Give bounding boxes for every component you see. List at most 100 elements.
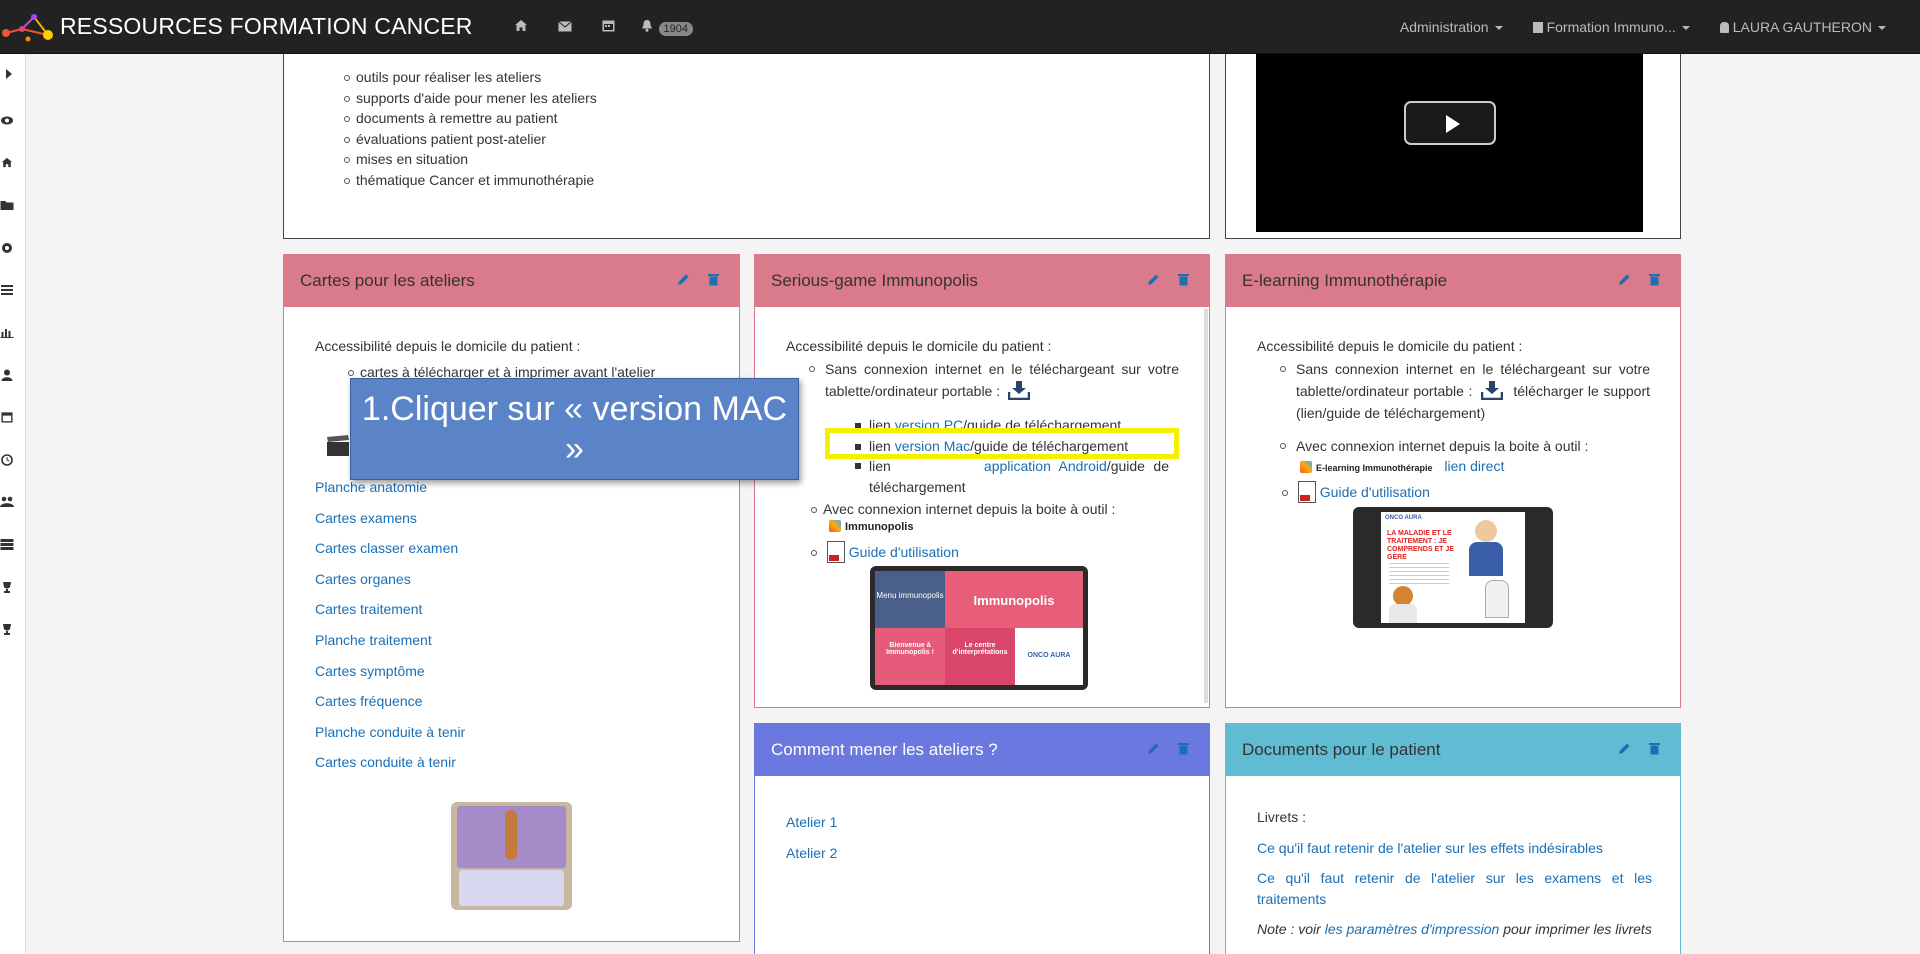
- play-icon: [1446, 115, 1460, 133]
- edit-icon[interactable]: [1618, 742, 1631, 755]
- link-cartes-organes[interactable]: Cartes organes: [315, 571, 411, 587]
- gear-icon[interactable]: [0, 242, 14, 254]
- immunopolis-tool[interactable]: Immunopolis: [829, 520, 913, 533]
- user-icon[interactable]: [0, 369, 14, 381]
- feather-icon: [829, 520, 841, 532]
- link-cartes-frequence[interactable]: Cartes fréquence: [315, 693, 422, 709]
- calendar-icon[interactable]: [587, 19, 631, 35]
- elearning-tool: E-learning Immunothérapie lien direct: [1300, 457, 1504, 477]
- brand[interactable]: RESSOURCES FORMATION CANCER: [0, 0, 473, 54]
- link-cartes-examens[interactable]: Cartes examens: [315, 510, 417, 526]
- serious-game-online: Avec connexion internet depuis la boite …: [811, 498, 1179, 520]
- video-player[interactable]: [1256, 54, 1643, 232]
- list-item: supports d'aide pour mener les ateliers: [344, 88, 597, 109]
- bar-chart-icon[interactable]: [0, 327, 14, 338]
- panel-title: Cartes pour les ateliers: [300, 271, 475, 290]
- panel-title: E-learning Immunothérapie: [1242, 271, 1448, 290]
- panel-header: Cartes pour les ateliers: [284, 255, 739, 307]
- edit-icon[interactable]: [1147, 742, 1160, 755]
- link-effets-indesirables[interactable]: Ce qu'il faut retenir de l'atelier sur l…: [1257, 840, 1603, 856]
- panel-header: E-learning Immunothérapie: [1226, 255, 1680, 307]
- chevron-down-icon: [1494, 26, 1503, 31]
- link-direct[interactable]: lien direct: [1444, 458, 1504, 474]
- eye-icon[interactable]: [0, 116, 14, 125]
- clock-icon[interactable]: [0, 454, 14, 466]
- calendar-icon[interactable]: [0, 411, 14, 423]
- notification-count-badge: 1904: [658, 21, 693, 36]
- list-item: Guide d'utilisation: [811, 541, 959, 563]
- panel-title: Documents pour le patient: [1242, 740, 1441, 759]
- administration-menu-label: Administration: [1399, 19, 1489, 35]
- link-examens-traitements[interactable]: Ce qu'il faut retenir de l'atelier sur l…: [1257, 870, 1652, 907]
- link-cartes-traitement[interactable]: Cartes traitement: [315, 601, 422, 617]
- envelope-icon[interactable]: [543, 19, 587, 35]
- link-application-android[interactable]: application Android: [984, 458, 1107, 474]
- edit-icon[interactable]: [677, 273, 690, 286]
- immunopolis-thumbnail[interactable]: Menu immunopolis Immunopolis Bienvenue à…: [870, 566, 1088, 690]
- link-planche-traitement[interactable]: Planche traitement: [315, 632, 432, 648]
- edit-icon[interactable]: [1147, 273, 1160, 286]
- link-cartes-symptome[interactable]: Cartes symptôme: [315, 663, 425, 679]
- link-guide-utilisation[interactable]: Guide d'utilisation: [1320, 484, 1430, 500]
- chevron-down-icon: [1878, 26, 1886, 31]
- panel-scrollbar[interactable]: [1204, 309, 1208, 703]
- panel-header: Documents pour le patient: [1226, 724, 1680, 776]
- link-planche-anatomie[interactable]: Planche anatomie: [315, 479, 427, 495]
- logo-icon: [2, 13, 53, 41]
- link-cartes-classer-examen[interactable]: Cartes classer examen: [315, 540, 458, 556]
- trash-icon[interactable]: [708, 273, 719, 286]
- list-item: Guide d'utilisation: [1282, 481, 1430, 503]
- list-icon[interactable]: [0, 285, 14, 295]
- elearning-intro: Accessibilité depuis le domicile du pati…: [1257, 338, 1523, 354]
- serious-game-offline: Sans connexion internet en le télécharge…: [809, 358, 1179, 402]
- notifications[interactable]: 1904: [641, 19, 693, 36]
- folder-icon[interactable]: [0, 200, 14, 210]
- user-menu[interactable]: LAURA GAUTHERON: [1719, 19, 1886, 35]
- elearning-tool-label[interactable]: E-learning Immunothérapie: [1316, 463, 1433, 473]
- panel-documents: Documents pour le patient Livrets : Ce q…: [1225, 723, 1681, 954]
- server-icon[interactable]: [0, 539, 14, 550]
- list-item: outils pour réaliser les ateliers: [344, 67, 597, 88]
- link-planche-conduite[interactable]: Planche conduite à tenir: [315, 724, 465, 740]
- cartes-intro: Accessibilité depuis le domicile du pati…: [315, 338, 581, 354]
- cartes-thumbnail[interactable]: [451, 802, 572, 910]
- panel-header: Serious-game Immunopolis: [755, 255, 1209, 307]
- panel-serious-game: Serious-game Immunopolis Accessibilité d…: [754, 254, 1210, 708]
- link-cartes-conduite[interactable]: Cartes conduite à tenir: [315, 754, 456, 770]
- trash-icon[interactable]: [1178, 273, 1189, 286]
- documents-intro: Livrets :: [1257, 809, 1307, 825]
- list-item: mises en situation: [344, 149, 597, 170]
- edit-icon[interactable]: [1618, 273, 1631, 286]
- top-navbar: RESSOURCES FORMATION CANCER 1904 Adminis…: [0, 0, 1920, 54]
- download-icon[interactable]: [1480, 380, 1504, 401]
- play-button[interactable]: [1404, 101, 1496, 145]
- home-icon[interactable]: [0, 157, 14, 168]
- link-guide-utilisation[interactable]: Guide d'utilisation: [849, 544, 959, 560]
- caret-right-icon[interactable]: [2, 69, 16, 79]
- user-menu-label: LAURA GAUTHERON: [1732, 19, 1872, 35]
- trash-icon[interactable]: [1178, 742, 1189, 755]
- description-box: outils pour réaliser les ateliers suppor…: [283, 54, 1210, 239]
- administration-menu[interactable]: Administration: [1400, 19, 1503, 35]
- serious-game-intro: Accessibilité depuis le domicile du pati…: [786, 338, 1052, 354]
- left-sidebar: [0, 54, 26, 954]
- clapperboard-icon: [327, 435, 349, 456]
- user-icon: [1719, 22, 1729, 33]
- download-icon[interactable]: [1007, 380, 1031, 401]
- formation-menu[interactable]: Formation Immuno...: [1532, 19, 1690, 35]
- trophy-icon[interactable]: [0, 581, 14, 593]
- link-parametres-impression[interactable]: les paramètres d'impression: [1325, 921, 1500, 937]
- trash-icon[interactable]: [1649, 273, 1660, 286]
- home-icon[interactable]: [499, 19, 543, 35]
- link-atelier-2[interactable]: Atelier 2: [786, 845, 837, 861]
- cartes-partial-item: cartes à télécharger et à imprimer avant…: [348, 364, 718, 378]
- trash-icon[interactable]: [1649, 742, 1660, 755]
- list-item: documents à remettre au patient: [344, 108, 597, 129]
- elearning-thumbnail[interactable]: ONCO AURA LA MALADIE ET LE TRAITEMENT : …: [1353, 507, 1553, 628]
- users-icon[interactable]: [0, 496, 14, 507]
- trophy-icon[interactable]: [0, 623, 14, 635]
- link-atelier-1[interactable]: Atelier 1: [786, 814, 837, 830]
- elearning-online: Avec connexion internet depuis la boite …: [1280, 435, 1650, 457]
- list-item: lien application Android/guide de téléch…: [855, 456, 1181, 497]
- video-box: [1225, 54, 1681, 239]
